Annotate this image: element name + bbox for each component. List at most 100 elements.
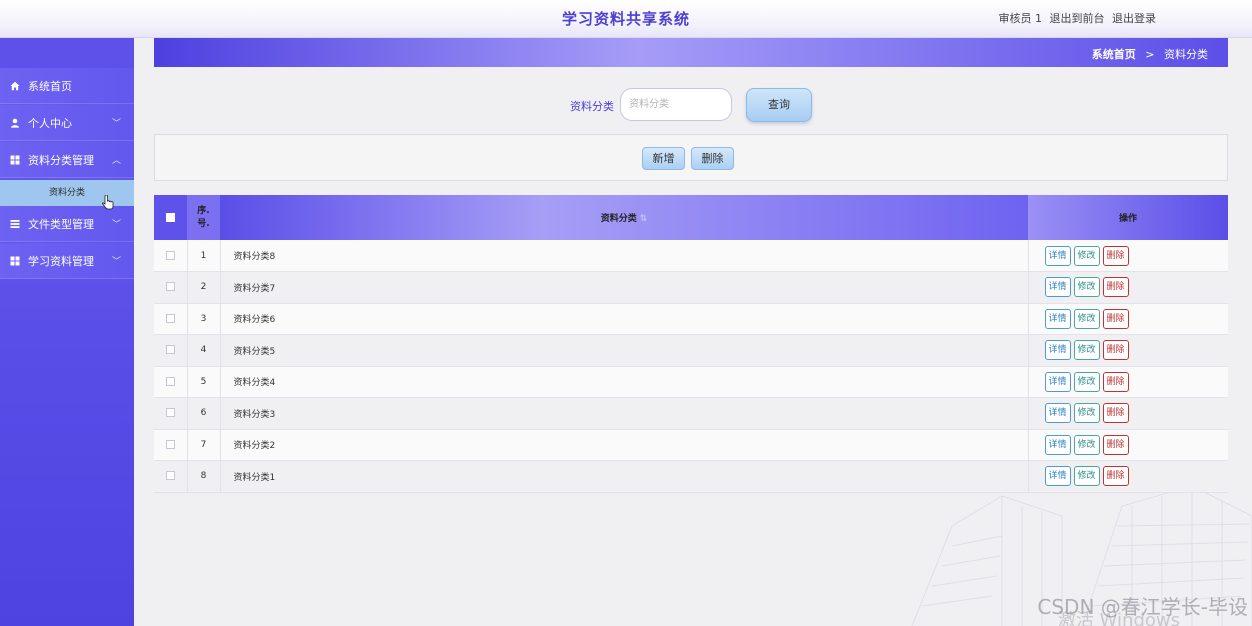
detail-button[interactable]: 详情 [1044,277,1071,298]
detail-button[interactable]: 详情 [1044,308,1071,329]
row-category-name: 资料分类3 [220,397,1029,429]
row-index: 2 [187,271,221,303]
detail-button[interactable]: 详情 [1044,434,1071,455]
edit-button[interactable]: 修改 [1073,277,1100,298]
breadcrumb-home[interactable]: 系统首页 [1092,48,1136,61]
edit-button[interactable]: 修改 [1073,371,1100,392]
row-checkbox-cell [154,366,188,398]
row-operations: 详情 修改 删除 [1028,366,1228,398]
delete-button[interactable]: 删除 [1102,308,1129,329]
row-index: 4 [187,334,221,366]
to-front-link[interactable]: 退出到前台 [1050,12,1105,25]
sidebar-item-category-mgmt[interactable]: 资料分类管理 ︿ [0,142,134,178]
row-operations: 详情 修改 删除 [1028,303,1228,335]
sort-icon[interactable]: ⇅ [640,214,648,224]
edit-button[interactable]: 修改 [1073,466,1100,487]
detail-button[interactable]: 详情 [1044,466,1071,487]
sidebar-item-home[interactable]: 系统首页 [0,68,134,104]
breadcrumb-bar: 系统首页 > 资料分类 [154,38,1228,67]
detail-button[interactable]: 详情 [1044,245,1071,266]
row-checkbox[interactable] [165,471,175,481]
delete-button[interactable]: 删除 [1102,245,1129,266]
logout-link[interactable]: 退出登录 [1112,12,1156,25]
detail-button[interactable]: 详情 [1044,340,1071,361]
breadcrumb-separator: > [1145,48,1155,61]
header-category[interactable]: 资料分类 ⇅ [220,195,1028,240]
select-all-checkbox[interactable] [166,212,175,222]
row-operations: 详情 修改 删除 [1028,240,1228,272]
batch-delete-button[interactable]: 删除 [691,147,734,170]
data-table: 序. 号. 资料分类 ⇅ 操作 1 资料分类8 详情 修改 删除 2 资料分类7 详情 修改 删除 3 资… [154,195,1228,493]
user-role-label: 审核员 1 [998,12,1043,25]
action-bar: 新增 删除 [154,134,1228,181]
row-checkbox[interactable] [165,250,175,260]
edit-button[interactable]: 修改 [1073,340,1100,361]
search-button[interactable]: 查询 [746,88,812,122]
header-index-line2: 号. [197,218,210,229]
row-checkbox[interactable] [165,408,175,418]
delete-button[interactable]: 删除 [1102,434,1129,455]
row-index: 1 [187,240,221,272]
delete-button[interactable]: 删除 [1102,277,1129,298]
sidebar-item-material-mgmt[interactable]: 学习资料管理 ﹀ [0,243,134,279]
delete-button[interactable]: 删除 [1102,371,1129,392]
row-index: 3 [187,303,221,335]
chevron-down-icon: ﹀ [111,220,121,230]
grid-icon [10,155,20,165]
table-row: 8 资料分类1 详情 修改 删除 [154,460,1228,492]
row-operations: 详情 修改 删除 [1028,272,1228,304]
row-category-name: 资料分类6 [220,303,1029,335]
breadcrumb: 系统首页 > 资料分类 [1092,46,1208,62]
delete-button[interactable]: 删除 [1102,466,1129,487]
row-checkbox[interactable] [165,313,175,323]
row-category-name: 资料分类7 [220,271,1029,303]
add-button[interactable]: 新增 [642,147,685,170]
sidebar-header [0,38,134,68]
row-checkbox[interactable] [165,439,175,449]
chevron-up-icon: ︿ [111,156,121,166]
sidebar-item-filetype-mgmt[interactable]: 文件类型管理 ﹀ [0,206,134,242]
table-row: 7 资料分类2 详情 修改 删除 [154,429,1228,461]
delete-button[interactable]: 删除 [1102,340,1129,361]
home-icon [10,81,20,91]
header-operations: 操作 [1028,195,1228,240]
row-checkbox[interactable] [165,282,175,292]
row-category-name: 资料分类2 [220,429,1029,461]
edit-button[interactable]: 修改 [1073,403,1100,424]
header-checkbox-cell [154,195,187,240]
edit-button[interactable]: 修改 [1073,308,1100,329]
mouse-pointer-icon [102,195,114,210]
row-checkbox[interactable] [165,345,175,355]
search-label: 资料分类 [570,100,614,113]
row-operations: 详情 修改 删除 [1028,335,1228,367]
sidebar-item-label: 资料分类管理 [28,153,94,167]
sidebar-item-label: 学习资料管理 [28,254,94,268]
chevron-down-icon: ﹀ [111,119,121,129]
row-index: 5 [187,366,221,398]
row-category-name: 资料分类1 [220,460,1029,492]
row-category-name: 资料分类5 [220,334,1029,366]
row-checkbox-cell [154,271,188,303]
row-category-name: 资料分类4 [220,366,1029,398]
row-checkbox-cell [154,429,188,461]
detail-button[interactable]: 详情 [1044,403,1071,424]
sidebar-item-profile[interactable]: 个人中心 ﹀ [0,105,134,141]
row-checkbox-cell [154,460,188,492]
edit-button[interactable]: 修改 [1073,245,1100,266]
sidebar-item-label: 系统首页 [28,79,72,93]
table-row: 5 资料分类4 详情 修改 删除 [154,366,1228,398]
row-category-name: 资料分类8 [220,240,1029,272]
detail-button[interactable]: 详情 [1044,371,1071,392]
row-index: 6 [187,397,221,429]
delete-button[interactable]: 删除 [1102,403,1129,424]
list-icon [10,219,20,229]
grid-icon [10,256,20,266]
search-input[interactable] [620,88,732,121]
row-index: 7 [187,429,221,461]
table-header-row: 序. 号. 资料分类 ⇅ 操作 [154,195,1228,240]
table-row: 2 资料分类7 详情 修改 删除 [154,271,1228,304]
chevron-down-icon: ﹀ [111,257,121,267]
header-user-area: 审核员 1 退出到前台 退出登录 [995,10,1157,26]
row-checkbox[interactable] [165,376,175,386]
edit-button[interactable]: 修改 [1073,434,1100,455]
